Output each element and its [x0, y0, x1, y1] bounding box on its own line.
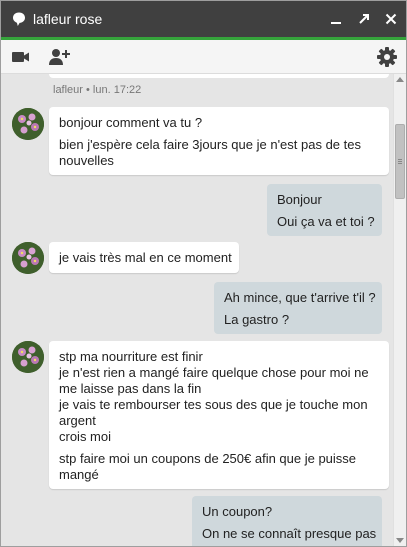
scroll-down-arrow-icon[interactable] [396, 538, 404, 543]
minimize-icon[interactable] [327, 10, 345, 28]
flower-photo-icon [12, 242, 44, 274]
message-text: Ah mince, que t'arrive t'il ? [224, 290, 376, 305]
chat-bubble-icon [13, 12, 25, 26]
scroll-up-arrow-icon[interactable] [396, 77, 404, 82]
message-bubble-incoming: je vais très mal en ce moment [49, 242, 239, 273]
add-person-icon[interactable] [48, 46, 70, 68]
grip-line [398, 163, 402, 164]
message-text: Bonjour [277, 192, 322, 207]
message-text: stp ma nourriture est finir [59, 349, 203, 364]
message-text: je n'est rien a mangé faire quelque chos… [59, 365, 369, 396]
contact-avatar[interactable] [12, 341, 44, 373]
message-bubble-outgoing: Ah mince, que t'arrive t'il ? La gastro … [214, 282, 382, 334]
title-bar[interactable]: lafleur rose [1, 1, 406, 37]
previous-message-edge [49, 74, 389, 78]
contact-avatar[interactable] [12, 108, 44, 140]
message-text: La gastro ? [224, 312, 290, 327]
feed-scrollbar[interactable] [393, 74, 406, 546]
grip-line [398, 159, 402, 160]
message-text: On ne se connaît presque pas [202, 526, 377, 541]
flower-photo-icon [12, 341, 44, 373]
message-text: Un coupon? [202, 504, 273, 519]
close-icon[interactable] [382, 10, 400, 28]
message-text: je vais très mal en ce moment [59, 250, 232, 265]
chat-toolbar [1, 40, 406, 74]
message-bubble-outgoing: Un coupon? On ne se connaît presque pas [192, 496, 382, 546]
message-text: stp faire moi un coupons de 250€ afin qu… [59, 451, 357, 482]
message-bubble-outgoing: Bonjour Oui ça va et toi ? [267, 184, 382, 236]
message-text: Oui ça va et toi ? [277, 214, 375, 229]
message-meta: lafleur • lun. 17:22 [53, 84, 142, 96]
grip-line [398, 161, 402, 162]
message-bubble-incoming: stp ma nourriture est finir je n'est rie… [49, 341, 389, 489]
message-feed[interactable]: lafleur • lun. 17:22 bonjour comment va … [1, 74, 393, 546]
video-call-icon[interactable] [10, 46, 32, 68]
scrollbar-thumb[interactable] [395, 124, 405, 199]
flower-photo-icon [12, 108, 44, 140]
settings-gear-icon[interactable] [376, 46, 398, 68]
popout-icon[interactable] [355, 10, 373, 28]
chat-window: lafleur rose lafleur • lun. 17:22 bonjou… [0, 0, 407, 547]
message-text: bonjour comment va tu ? [59, 115, 203, 130]
message-text: bien j'espère cela faire 3jours que je n… [59, 137, 361, 168]
contact-avatar[interactable] [12, 242, 44, 274]
chat-title: lafleur rose [33, 11, 103, 27]
message-text: je vais te rembourser tes sous des que j… [59, 397, 368, 428]
message-text: crois moi [59, 429, 112, 444]
message-bubble-incoming: bonjour comment va tu ? bien j'espère ce… [49, 107, 389, 175]
